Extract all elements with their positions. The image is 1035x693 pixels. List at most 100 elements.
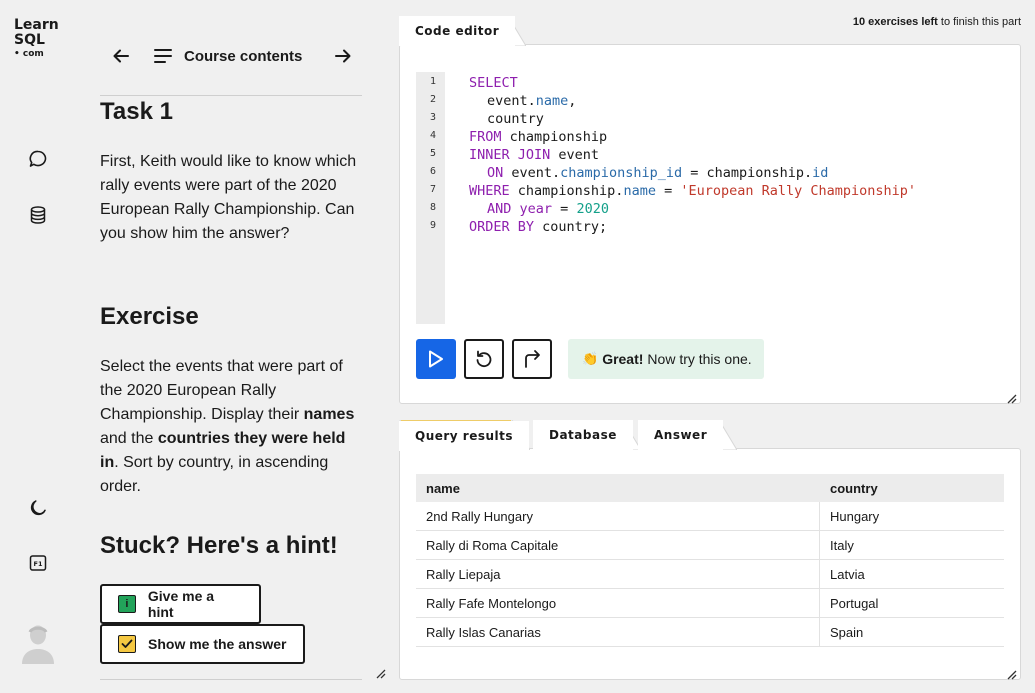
arrow-left-icon: [113, 49, 129, 63]
lesson-panel: Course contents Task 1 First, Keith woul…: [100, 0, 386, 693]
course-contents-label: Course contents: [184, 47, 303, 65]
cell-country: Hungary: [830, 508, 880, 524]
cell-country: Portugal: [830, 595, 879, 611]
tab-answer[interactable]: Answer: [638, 420, 737, 450]
code-token: ORDER BY: [469, 219, 535, 235]
exercise-text-part: . Sort by country, in ascending order.: [100, 454, 329, 495]
code-token: championship.: [509, 183, 624, 199]
logo-line-3: • com: [14, 49, 44, 59]
table-row: Rally Fafe Montelongo Portugal: [416, 589, 1004, 618]
give-hint-label: Give me a hint: [147, 588, 215, 620]
column-divider: [819, 589, 820, 618]
code-token: 2020: [576, 201, 609, 217]
code-line: WHERE championship.name = 'European Rall…: [469, 183, 916, 199]
arrow-right-icon: [335, 49, 351, 63]
exercise-text-part: and the: [100, 430, 158, 447]
code-token: FROM: [469, 129, 502, 145]
code-token: = championship.: [682, 165, 813, 181]
lesson-resize-handle[interactable]: [374, 664, 386, 679]
line-number: 2: [429, 94, 436, 105]
course-contents-button[interactable]: Course contents: [154, 48, 302, 65]
code-token: event.: [503, 165, 561, 181]
column-divider: [819, 502, 820, 531]
code-token: id: [812, 165, 829, 181]
reset-icon: [476, 350, 492, 368]
code-line: event.name,: [487, 93, 576, 109]
cell-country: Spain: [830, 624, 864, 640]
code-line: AND year = 2020: [487, 201, 609, 217]
task-text: First, Keith would like to know which ra…: [100, 153, 357, 242]
line-number: 9: [429, 220, 436, 231]
chat-icon[interactable]: [26, 147, 50, 171]
lesson-bottom-divider: [100, 679, 362, 680]
line-number: 5: [429, 148, 436, 159]
app-root: Learn SQL • com F1 Course contents Task …: [0, 0, 1035, 693]
cell-name: Rally Fafe Montelongo: [426, 595, 557, 611]
code-token: =: [655, 183, 681, 199]
cell-name: Rally Islas Canarias: [426, 624, 541, 640]
code-token: ON: [487, 165, 504, 181]
column-header-country[interactable]: country: [830, 474, 878, 502]
feedback-message: 👏 Great! Now try this one.: [568, 339, 764, 379]
moon-icon[interactable]: [26, 496, 50, 520]
exercises-left: 10 exercises left to finish this part: [853, 16, 1021, 28]
user-avatar-icon[interactable]: [20, 622, 56, 664]
code-token: INNER JOIN: [469, 147, 551, 163]
list-icon: [154, 49, 172, 63]
code-line: INNER JOIN event: [469, 147, 599, 163]
run-query-button[interactable]: [416, 339, 456, 379]
play-icon: [429, 350, 443, 368]
editor-resize-handle[interactable]: [1005, 389, 1017, 404]
database-icon[interactable]: [26, 203, 50, 227]
line-number: 4: [429, 130, 436, 141]
nav-divider: [100, 95, 362, 96]
results-resize-handle[interactable]: [1005, 665, 1017, 680]
exercise-text: Select the events that were part of the …: [100, 355, 362, 499]
give-hint-button[interactable]: i Give me a hint: [100, 584, 261, 624]
course-nav: Course contents: [100, 38, 362, 74]
show-answer-button[interactable]: Show me the answer: [100, 624, 305, 664]
code-token: SELECT: [469, 75, 518, 91]
column-divider: [819, 531, 820, 560]
code-token: =: [552, 201, 577, 217]
exercise-title: Exercise: [100, 303, 199, 330]
learnsql-logo[interactable]: Learn SQL • com: [14, 18, 59, 60]
code-line: SELECT: [469, 75, 518, 91]
next-step-button[interactable]: [512, 339, 552, 379]
column-divider: [819, 560, 820, 589]
clapping-hands-icon: 👏: [582, 351, 599, 366]
table-row: Rally Islas Canarias Spain: [416, 618, 1004, 647]
cell-name: Rally Liepaja: [426, 566, 501, 582]
f1-key-icon[interactable]: F1: [26, 551, 50, 575]
code-token: country;: [534, 219, 608, 235]
tab-database-label: Database: [533, 420, 633, 450]
code-token: WHERE: [469, 183, 510, 199]
tab-query-results[interactable]: Query results: [399, 420, 530, 451]
reset-code-button[interactable]: [464, 339, 504, 379]
step-icon: [525, 350, 540, 368]
exercises-left-count: 10 exercises left: [852, 16, 938, 28]
previous-exercise-button[interactable]: [108, 43, 134, 69]
table-row: Rally di Roma Capitale Italy: [416, 531, 1004, 560]
code-token: AND: [487, 201, 512, 217]
column-header-name[interactable]: name: [426, 474, 460, 502]
code-line: ORDER BY country;: [469, 219, 607, 235]
cell-country: Latvia: [830, 566, 865, 582]
svg-text:F1: F1: [34, 560, 43, 568]
tab-query-results-label: Query results: [399, 421, 530, 451]
code-line: ON event.championship_id = championship.…: [487, 165, 828, 181]
code-line: FROM championship: [469, 129, 607, 145]
table-row: 2nd Rally Hungary Hungary: [416, 502, 1004, 531]
code-token: name: [623, 183, 656, 199]
show-answer-label: Show me the answer: [148, 636, 287, 652]
code-token: year: [519, 201, 553, 217]
table-header: name country: [416, 474, 1004, 502]
code-editor-tab[interactable]: Code editor: [399, 16, 526, 46]
tab-database[interactable]: Database: [533, 420, 641, 450]
sql-code-editor[interactable]: 1 2 3 4 5 6 7 8 9 SELECT event.name, cou…: [416, 72, 1004, 324]
code-token: event: [550, 147, 600, 163]
line-number: 6: [429, 166, 436, 177]
next-exercise-button[interactable]: [330, 43, 356, 69]
logo-line-2: SQL: [14, 32, 45, 48]
line-number-gutter: 1 2 3 4 5 6 7 8 9: [416, 72, 445, 324]
